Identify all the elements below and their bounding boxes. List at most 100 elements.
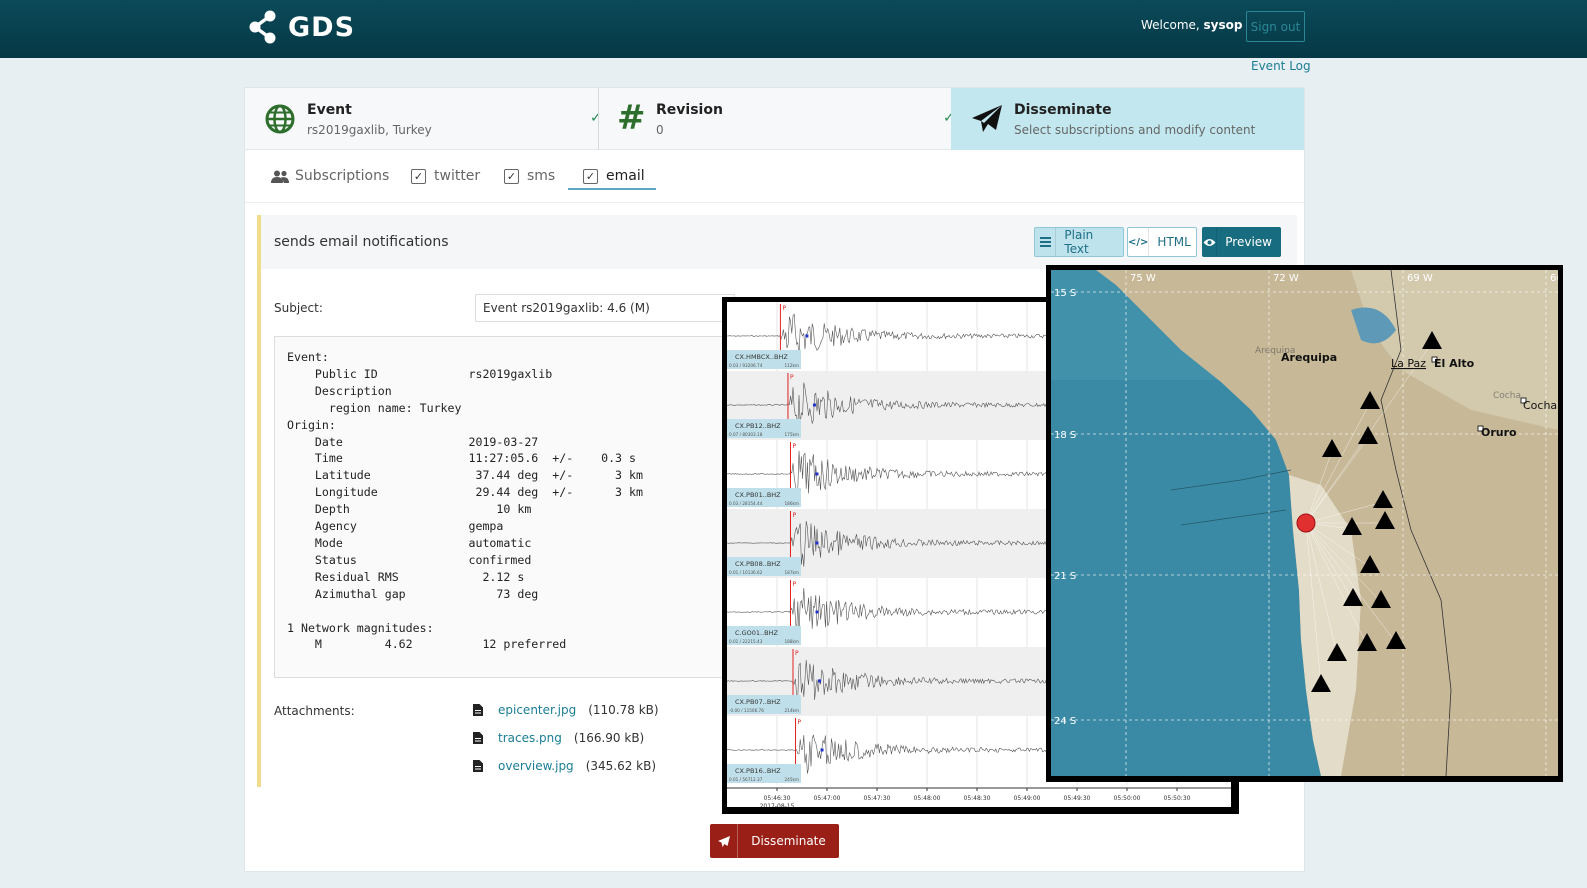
station-info: 0.01 / 22215.43 [729,639,763,644]
step-subtitle: 0 [656,123,664,137]
tab-email[interactable]: ✓ email [583,168,645,184]
attachment-item: epicenter.jpg (110.78 kB) [473,703,659,717]
time-tick-label: 05:46:30 [764,795,791,802]
city-label: Arequipa [1281,351,1337,364]
username: sysop [1203,18,1243,32]
paper-plane-icon [710,824,738,858]
station-label: CX.HMBCX..BHZ [735,353,788,361]
time-tick-label: 05:47:00 [814,795,841,802]
message-body-text: Event: Public ID rs2019gaxlib Descriptio… [287,350,643,652]
time-tick-label: 05:47:30 [864,795,891,802]
panel-description: sends email notifications [274,234,449,250]
sms-checkbox[interactable]: ✓ [504,168,519,184]
p-pick-label: P [795,650,799,657]
tab-label: Subscriptions [295,168,390,184]
users-icon [271,170,289,183]
file-icon [473,760,483,772]
city-ghost-label: Cocha [1493,391,1521,401]
station-info: 0.01 / 56712.37 [729,777,763,782]
attachment-item: overview.jpg (345.62 kB) [473,759,656,773]
station-distance: 187km [785,570,800,575]
attachment-link[interactable]: epicenter.jpg [498,703,576,717]
epicenter-map-preview: 75 W 72 W 69 W 66 W 15 S 18 S 21 S 24 S Arequipa… [1046,265,1563,782]
brand-name: GDS [288,11,356,43]
station-distance: 186km [785,501,800,506]
attachments-label: Attachments: [274,704,355,718]
p-pick-label: P [798,719,802,726]
disseminate-button[interactable]: Disseminate [710,824,839,858]
date-label: 2017-08-15 [760,803,795,807]
step-title: Event [307,102,352,118]
longitude-label: 69 W [1407,273,1433,284]
event-log-link[interactable]: Event Log [1251,59,1311,73]
button-label: Preview [1225,235,1272,249]
button-label: Plain Text [1064,228,1094,256]
p-pick-label: P [792,581,796,588]
station-info: 0.07 / 80303.18 [729,432,763,437]
file-icon [473,732,483,744]
amplitude-marker [815,610,819,614]
twitter-checkbox[interactable]: ✓ [411,168,426,184]
station-info: 0.03 / 93206.74 [729,363,763,368]
tab-twitter[interactable]: ✓ twitter [411,168,480,184]
station-info: 0.01 / 10136.62 [729,570,763,575]
station-label: CX.PB01..BHZ [735,491,781,499]
plain-text-button[interactable]: Plain Text [1034,227,1124,257]
file-icon [473,704,483,716]
brand[interactable]: GDS [248,10,355,44]
longitude-label: 75 W [1130,273,1156,284]
top-navbar [0,0,1587,58]
attachment-link[interactable]: traces.png [498,731,562,745]
longitude-label: 66 W [1550,273,1558,284]
attachment-size: (166.90 kB) [573,731,645,745]
tab-sms[interactable]: ✓ sms [504,168,555,184]
step-disseminate[interactable]: Disseminate Select subscriptions and mod… [951,88,1304,150]
tab-label: sms [527,168,556,184]
sign-out-button[interactable]: Sign out [1246,11,1305,42]
eye-icon [1203,228,1218,256]
preview-button[interactable]: Preview [1202,227,1281,257]
button-label: Disseminate [751,834,826,848]
globe-icon [265,104,295,134]
panel-header: sends email notifications Plain Text </>… [261,215,1297,269]
latitude-label: 18 S [1054,430,1076,441]
time-tick-label: 05:48:30 [964,795,991,802]
welcome-text: Welcome, sysop [1141,18,1242,32]
email-checkbox[interactable]: ✓ [583,168,598,184]
paper-plane-icon [972,105,1002,132]
list-lines-icon [1035,228,1057,256]
station-distance: 175km [785,432,800,437]
code-icon: </> [1128,228,1150,256]
html-button[interactable]: </> HTML [1127,227,1197,257]
station-distance: 214km [785,708,800,713]
subject-input[interactable]: Event rs2019gaxlib: 4.6 (M) [475,294,735,322]
step-title: Disseminate [1014,102,1112,118]
city-label: Cocha [1523,399,1557,412]
p-pick-label: P [792,443,796,450]
subscription-tabs: Subscriptions ✓ twitter ✓ sms ✓ email [245,151,1304,203]
amplitude-marker [805,334,809,338]
station-distance: 188km [785,639,800,644]
step-revision[interactable]: # Revision 0 ✓ [599,88,955,150]
message-body-textarea[interactable]: Event: Public ID rs2019gaxlib Descriptio… [274,336,734,678]
station-label: CX.PB08..BHZ [735,560,781,568]
map-area: 75 W 72 W 69 W 66 W 15 S 18 S 21 S 24 S Arequipa… [1051,270,1558,776]
time-tick-label: 05:49:00 [1014,795,1041,802]
epicenter-marker [1296,513,1316,533]
tab-subscriptions[interactable]: Subscriptions [271,168,389,184]
attachment-size: (110.78 kB) [588,703,659,717]
time-tick-label: 05:48:00 [914,795,941,802]
latitude-label: 21 S [1054,571,1076,582]
station-label: CX.PB12..BHZ [735,422,781,430]
step-title: Revision [656,102,723,118]
city-label: La Paz [1391,357,1426,370]
attachment-link[interactable]: overview.jpg [498,759,574,773]
amplitude-marker [812,403,816,407]
tab-label: twitter [434,168,481,184]
city-label: El Alto [1434,357,1475,370]
attachment-size: (345.62 kB) [585,759,657,773]
step-event[interactable]: Event rs2019gaxlib, Turkey ✓ [245,88,602,150]
station-info: 0.03 / 28154.44 [729,501,763,506]
longitude-label: 72 W [1273,273,1299,284]
subject-label: Subject: [274,301,323,315]
